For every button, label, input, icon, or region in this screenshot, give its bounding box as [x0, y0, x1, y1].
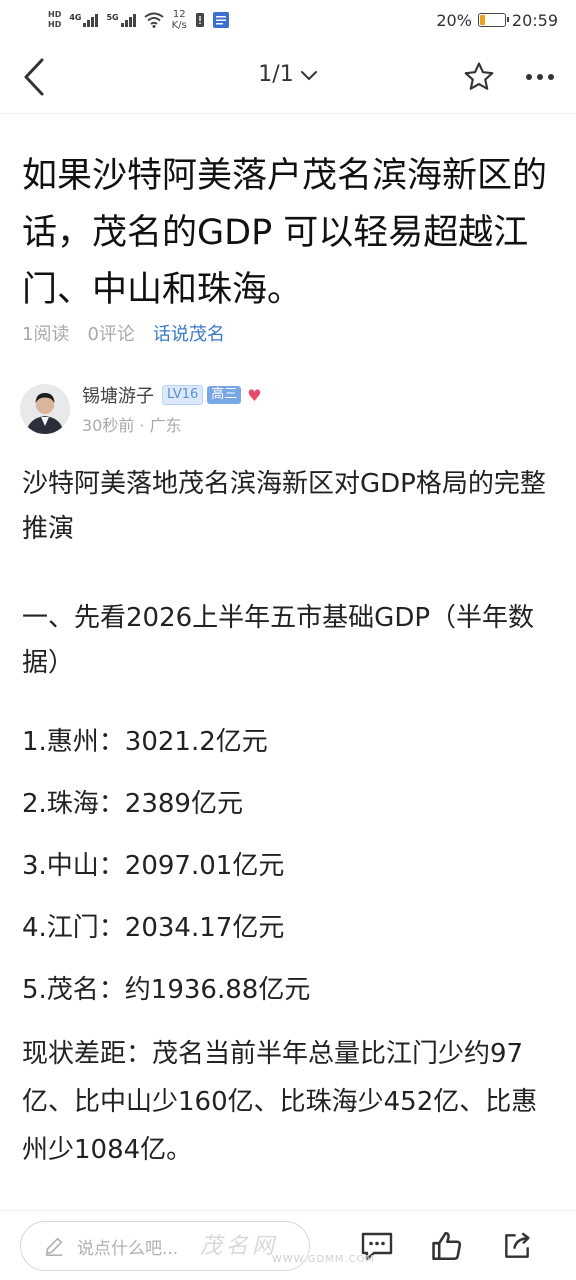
avatar[interactable]	[20, 384, 70, 434]
post-location: 广东	[149, 416, 182, 435]
heart-icon: ♥	[247, 385, 262, 405]
favorite-button[interactable]	[460, 58, 498, 96]
thumbs-up-icon	[432, 1231, 462, 1261]
dot-icon	[548, 74, 554, 80]
comment-placeholder: 说点什么吧...	[77, 1238, 179, 1259]
battery-fill	[479, 15, 485, 25]
comment-count: 0评论	[87, 324, 135, 345]
forum-link[interactable]: 话说茂名	[153, 320, 225, 346]
signal-icon-2: 5G	[106, 13, 136, 27]
dot-icon	[537, 74, 543, 80]
article-body: 沙特阿美落地茂名滨海新区对GDP格局的完整推演 一、先看2026上半年五市基础G…	[22, 462, 562, 1174]
list-item: 1.惠州：3021.2亿元	[22, 727, 268, 757]
separator-dot: ·	[139, 416, 150, 435]
battery-icon	[477, 13, 509, 27]
article-meta: 1阅读 0评论 话说茂名	[22, 320, 225, 346]
share-button[interactable]	[498, 1227, 536, 1265]
article-title: 如果沙特阿美落户茂名滨海新区的话，茂名的GDP 可以轻易超越江门、中山和珠海。	[22, 156, 548, 310]
like-button[interactable]	[428, 1227, 466, 1265]
network-type-1: 4G	[69, 13, 82, 22]
grade-badge: 高三	[207, 386, 242, 404]
speed-unit: K/s	[171, 20, 187, 31]
hd-top-label: HD	[48, 10, 62, 19]
bottom-bar: 说点什么吧...	[0, 1210, 576, 1280]
dot-icon	[526, 74, 532, 80]
sim-alert-icon	[195, 13, 204, 27]
author-name[interactable]: 锡塘游子	[82, 382, 154, 408]
paragraph: 沙特阿美落地茂名滨海新区对GDP格局的完整推演	[22, 469, 546, 544]
list-item: 2.珠海：2389亿元	[22, 789, 243, 819]
hd-bottom-label: HD	[48, 20, 62, 29]
speed-value: 12	[172, 9, 186, 20]
battery-percent: 20%	[436, 10, 472, 30]
read-count: 1阅读	[22, 324, 70, 345]
level-badge: LV16	[162, 385, 204, 405]
network-speed: 12 K/s	[172, 9, 187, 31]
top-nav: 1/1	[0, 40, 576, 114]
list-item: 3.中山：2097.01亿元	[22, 851, 285, 881]
clock: 20:59	[511, 10, 558, 30]
watermark-text: 茂名网	[200, 1234, 279, 1259]
list-item: 5.茂名：约1936.88亿元	[22, 975, 311, 1005]
app-notification-icon	[212, 12, 229, 28]
page-indicator-label: 1/1	[258, 62, 294, 87]
post-time: 30秒前	[82, 416, 135, 435]
signal-icon-1: 4G	[69, 13, 99, 27]
paragraph: 一、先看2026上半年五市基础GDP（半年数据）	[22, 603, 535, 678]
wifi-icon	[144, 12, 164, 28]
post-info: 30秒前 · 广东	[82, 412, 262, 436]
status-bar: HD HD 4G 5G 12 K/s 20% 20:59	[0, 0, 576, 40]
author-block[interactable]: 锡塘游子 LV16 高三 ♥ 30秒前 · 广东	[20, 382, 262, 436]
hd-indicator: HD HD	[48, 10, 61, 30]
list-item: 4.江门：2034.17亿元	[22, 913, 285, 943]
chevron-down-icon	[300, 63, 318, 88]
paragraph: 现状差距：茂名当前半年总量比江门少约97亿、比中山少160亿、比珠海少452亿、…	[22, 1039, 538, 1165]
star-icon	[464, 62, 494, 90]
share-icon	[505, 1232, 530, 1258]
watermark: 茂名网 WWW.GDMM.COM	[200, 1228, 374, 1265]
more-options-button[interactable]	[518, 58, 562, 96]
pencil-icon	[45, 1237, 63, 1256]
watermark-url: WWW.GDMM.COM	[272, 1254, 376, 1265]
network-type-2: 5G	[106, 13, 119, 22]
